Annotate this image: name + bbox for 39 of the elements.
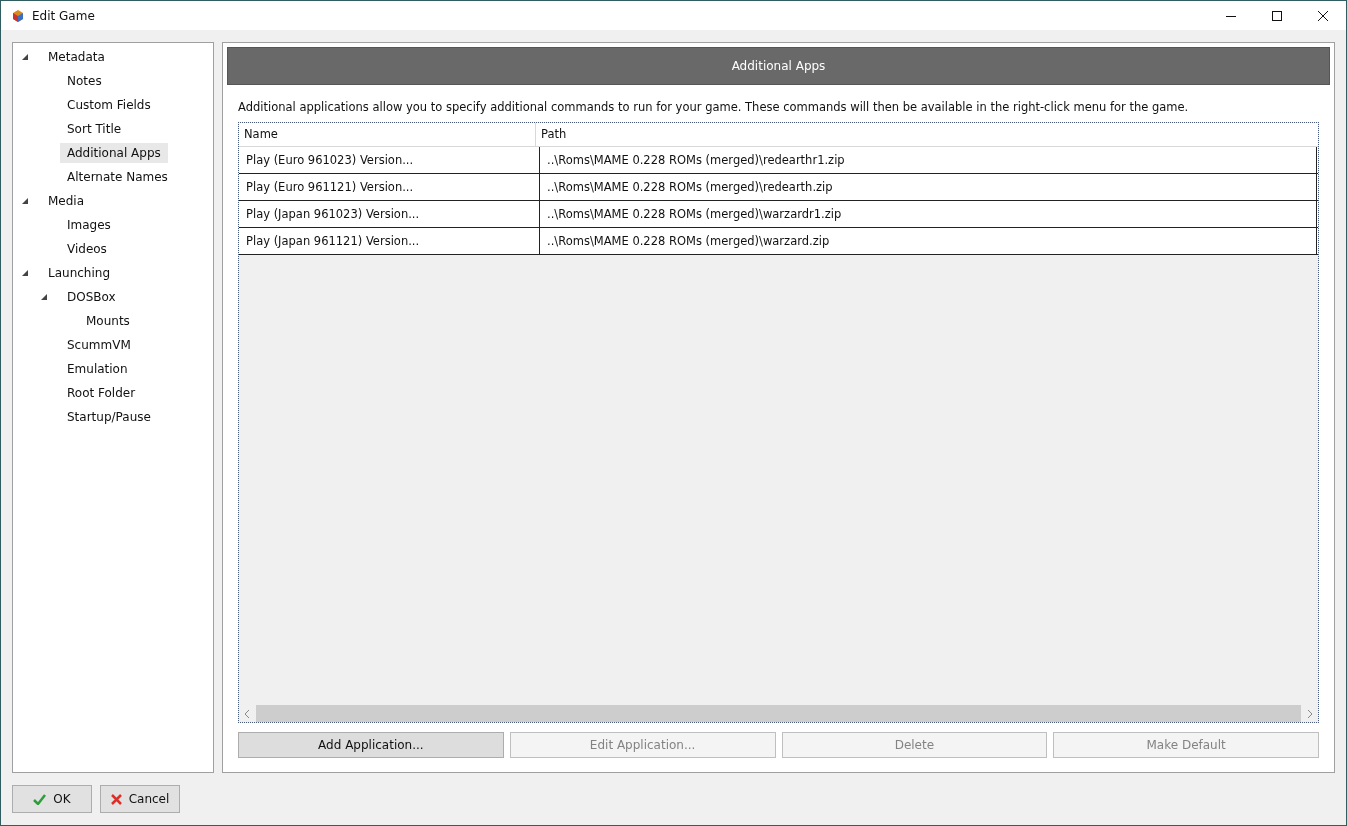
tree-item[interactable]: Images [60, 215, 118, 235]
tree-item[interactable]: Emulation [60, 359, 135, 379]
cube-icon [12, 9, 24, 22]
ok-button[interactable]: OK [12, 785, 92, 813]
close-icon[interactable] [1318, 10, 1328, 21]
maximize-icon[interactable] [1272, 10, 1282, 21]
table-cell: ..\Roms\MAME 0.228 ROMs (merged)\redearth.zip [540, 174, 1317, 200]
column-header[interactable]: Path [536, 123, 1318, 146]
tree-item[interactable]: Notes [60, 71, 109, 91]
table-cell: Play (Japan 961023) Version... [239, 201, 540, 227]
column-header[interactable]: Name [239, 123, 536, 146]
table-cell: Play (Euro 961121) Version... [239, 174, 540, 200]
tree-item[interactable]: Launching [41, 263, 117, 283]
table-cell: ..\Roms\MAME 0.228 ROMs (merged)\redearthr1.zip [540, 147, 1317, 173]
table-cell: Play (Japan 961121) Version... [239, 228, 540, 254]
window-title: Edit Game [32, 8, 95, 23]
close-icon [110, 793, 122, 805]
scroll-right-icon[interactable] [1307, 709, 1313, 718]
tree-item[interactable]: Sort Title [60, 119, 129, 139]
tree-item[interactable]: Mounts [79, 311, 137, 331]
description-text: Additional applications allow you to specify additional commands to run for your game. These commands will then be available in the right-click menu for the game. [238, 100, 1190, 114]
table-cell: ..\Roms\MAME 0.228 ROMs (merged)\warzard.zip [540, 228, 1317, 254]
tree-item[interactable]: Videos [60, 239, 114, 259]
tree-item[interactable]: Additional Apps [60, 143, 168, 163]
tree-item[interactable]: Alternate Names [60, 167, 175, 187]
tree-item[interactable]: Startup/Pause [60, 407, 158, 427]
tree-item[interactable]: Metadata [41, 47, 112, 67]
tree-item[interactable]: Custom Fields [60, 95, 158, 115]
tree-item[interactable]: DOSBox [60, 287, 123, 307]
scroll-left-icon[interactable] [244, 709, 250, 718]
tree-item[interactable]: Root Folder [60, 383, 143, 403]
checkmark-icon [33, 793, 47, 805]
table-cell: ..\Roms\MAME 0.228 ROMs (merged)\warzardr1.zip [540, 201, 1317, 227]
tree-item[interactable]: ScummVM [60, 335, 138, 355]
action-button[interactable]: Add Application... [238, 732, 504, 758]
table-cell: Play (Euro 961023) Version... [239, 147, 540, 173]
tree-item[interactable]: Media [41, 191, 92, 211]
panel-header: Additional Apps [227, 47, 1330, 85]
cancel-button[interactable]: Cancel [100, 785, 180, 813]
